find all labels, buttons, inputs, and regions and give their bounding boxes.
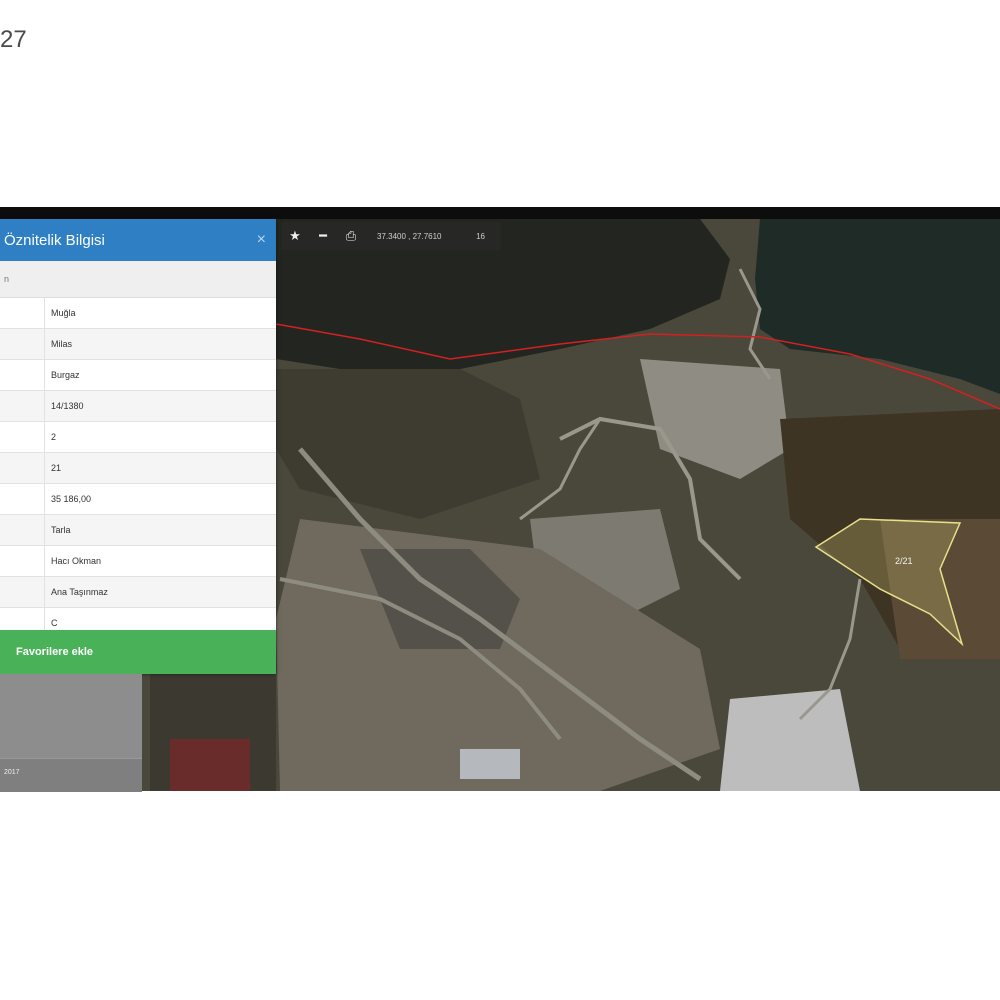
table-row: Tarla	[0, 515, 276, 546]
attribute-panel: Öznitelik Bilgisi × n Muğla Milas Burgaz…	[0, 219, 276, 674]
page-number: 27	[0, 26, 27, 53]
close-icon[interactable]: ×	[257, 231, 266, 249]
zoom-level: 16	[476, 231, 485, 241]
add-to-favorites-button[interactable]: Favorilere ekle	[0, 630, 276, 674]
row-value: Burgaz	[51, 370, 80, 380]
row-key	[0, 391, 45, 421]
row-value: Tarla	[51, 525, 71, 535]
table-row: Ana Taşınmaz	[0, 577, 276, 608]
table-row: 2	[0, 422, 276, 453]
row-value: 2	[51, 432, 57, 442]
row-key	[0, 329, 45, 359]
row-value: 14/1380	[51, 401, 84, 411]
row-value: 21	[51, 463, 62, 473]
row-key	[0, 484, 45, 514]
table-row: 14/1380	[0, 391, 276, 422]
coordinate-readout: 37.3400 , 27.7610	[377, 231, 442, 241]
table-row: 35 186,00	[0, 484, 276, 515]
parcel-label: 2/21	[895, 556, 913, 566]
row-key	[0, 515, 45, 545]
panel-title: Öznitelik Bilgisi	[4, 231, 105, 249]
star-icon[interactable]: ★	[281, 222, 309, 250]
row-key	[0, 577, 45, 607]
print-icon[interactable]: ⎙	[337, 222, 365, 250]
panel-subheader: n	[0, 261, 276, 298]
map-toolbar: ★ ━ ⎙ 37.3400 , 27.7610 16	[281, 222, 501, 250]
row-value: Ana Taşınmaz	[51, 587, 108, 597]
row-key	[0, 360, 45, 390]
row-value: 35 186,00	[51, 494, 92, 504]
panel-header: Öznitelik Bilgisi ×	[0, 219, 276, 261]
side-panel-footer: 2017	[0, 758, 142, 792]
row-key	[0, 453, 45, 483]
table-row: Burgaz	[0, 360, 276, 391]
table-row: Muğla	[0, 298, 276, 329]
table-row: Milas	[0, 329, 276, 360]
table-row: Hacı Okman	[0, 546, 276, 577]
table-row: 21	[0, 453, 276, 484]
row-value: C	[51, 618, 58, 628]
measure-icon[interactable]: ━	[309, 222, 337, 250]
row-key	[0, 298, 45, 328]
row-key	[0, 422, 45, 452]
footer-text: 2017	[4, 769, 20, 776]
row-value: Muğla	[51, 308, 76, 318]
row-value: Hacı Okman	[51, 556, 102, 566]
row-value: Milas	[51, 339, 73, 349]
attribute-table: Muğla Milas Burgaz 14/1380 2 21 35 186,0…	[0, 298, 276, 639]
row-key	[0, 546, 45, 576]
